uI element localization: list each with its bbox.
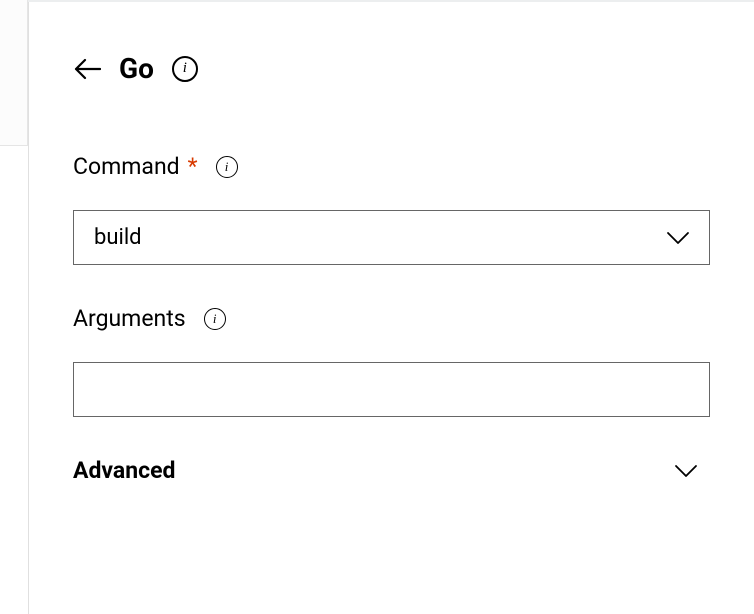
arrow-left-icon <box>73 57 101 81</box>
task-config-panel: Go i Command * i build Arguments i Advan… <box>28 2 754 614</box>
info-icon[interactable]: i <box>216 156 238 178</box>
command-label: Command * <box>73 153 198 180</box>
info-icon[interactable]: i <box>204 308 226 330</box>
arguments-label: Arguments <box>73 305 186 332</box>
required-indicator: * <box>188 153 198 180</box>
advanced-toggle[interactable]: Advanced <box>73 457 710 484</box>
advanced-label: Advanced <box>73 457 175 484</box>
left-strip <box>0 0 28 146</box>
panel-header: Go i <box>73 52 710 85</box>
arguments-label-row: Arguments i <box>73 305 710 332</box>
command-select-wrap: build <box>73 210 710 265</box>
command-select-value: build <box>94 225 142 250</box>
back-button[interactable] <box>73 55 101 83</box>
command-label-row: Command * i <box>73 153 710 180</box>
arguments-input[interactable] <box>73 362 710 417</box>
arguments-field-group: Arguments i <box>73 305 710 417</box>
chevron-down-icon <box>674 464 698 478</box>
page-title: Go <box>119 52 154 85</box>
info-icon[interactable]: i <box>172 56 198 82</box>
command-select[interactable]: build <box>73 210 710 265</box>
command-field-group: Command * i build <box>73 153 710 265</box>
